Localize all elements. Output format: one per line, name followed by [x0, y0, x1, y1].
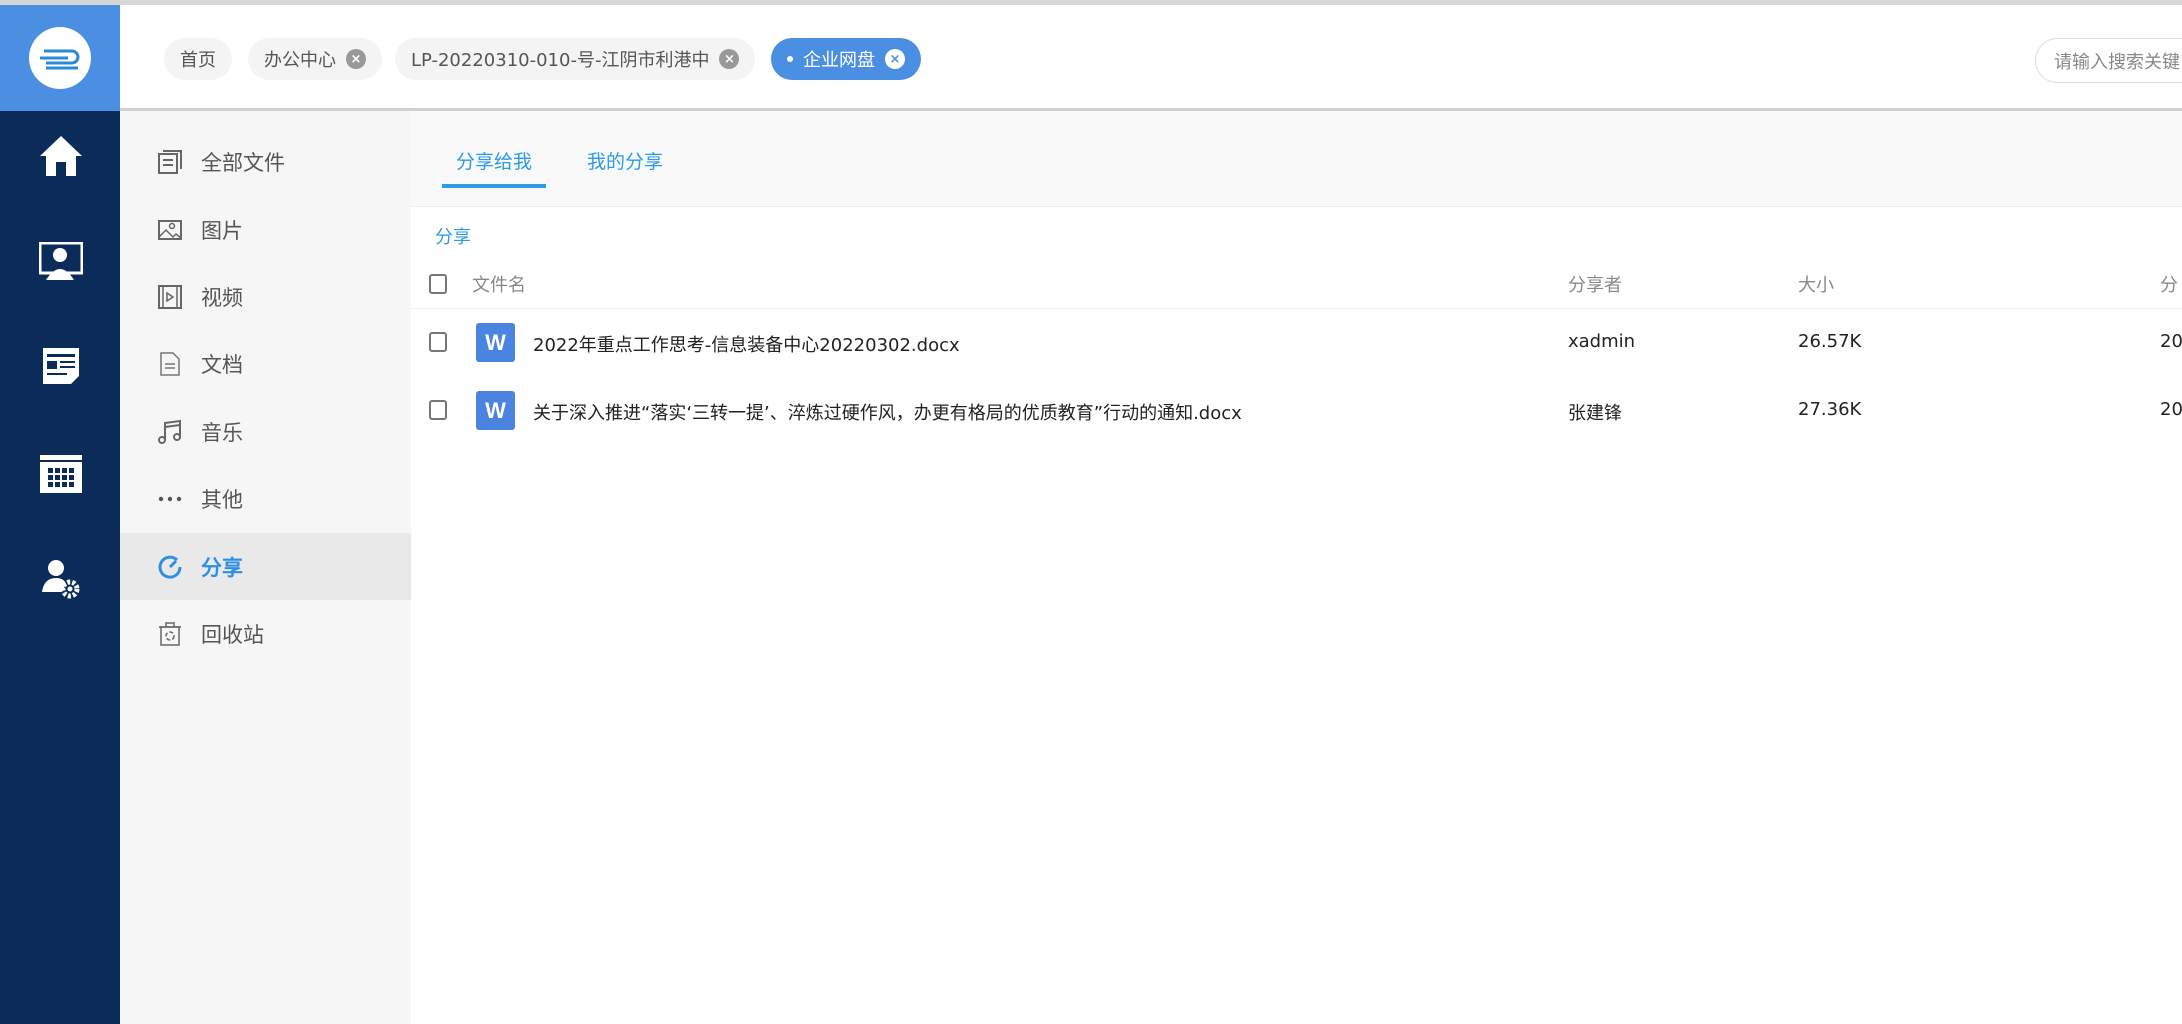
top-header: 首页 办公中心 × LP-20220310-010-号-江阴市利港中 × 企业网盘 ×… [120, 5, 2182, 111]
home-icon[interactable] [38, 133, 84, 179]
sidebar-item-label: 分享 [201, 555, 243, 580]
tab-shared-with-me[interactable]: 分享给我 [442, 147, 547, 188]
calendar-icon[interactable] [38, 449, 84, 495]
column-header-sharer[interactable]: 分享者 [1568, 271, 1622, 297]
tab-office-center[interactable]: 办公中心 × [248, 38, 382, 80]
sidebar-item-label: 视频 [201, 285, 243, 310]
search-placeholder: 请输入搜索关键 [2054, 51, 2180, 73]
more-icon [158, 496, 182, 501]
sidebar-item-videos[interactable]: 视频 [120, 263, 411, 330]
app-logo[interactable] [0, 5, 120, 111]
close-icon[interactable]: × [346, 49, 366, 69]
column-header-name[interactable]: 文件名 [472, 271, 526, 297]
table-row[interactable]: W 2022年重点工作思考-信息装备中心20220302.docx xadmin… [411, 309, 2182, 377]
tab-document[interactable]: LP-20220310-010-号-江阴市利港中 × [395, 38, 756, 80]
sidebar-item-label: 文档 [201, 352, 243, 377]
sidebar-item-all-files[interactable]: 全部文件 [120, 128, 411, 195]
sidebar-item-documents[interactable]: 文档 [120, 330, 411, 397]
row-checkbox[interactable] [429, 400, 447, 420]
sidebar-item-music[interactable]: 音乐 [120, 398, 411, 465]
file-name[interactable]: 2022年重点工作思考-信息装备中心20220302.docx [533, 331, 960, 357]
file-name[interactable]: 关于深入推进“落实‘三转一提’、淬炼过硬作风，办更有格局的优质教育”行动的通知.… [533, 399, 1242, 425]
sidebar-item-label: 其他 [201, 487, 243, 512]
tab-label: 办公中心 [264, 50, 336, 71]
breadcrumb[interactable]: 分享 [435, 223, 471, 249]
select-all-checkbox[interactable] [429, 274, 447, 294]
video-icon [158, 284, 182, 309]
file-date: 20 [2160, 399, 2182, 420]
active-dot-icon [787, 56, 793, 62]
close-icon[interactable]: × [719, 49, 740, 69]
user-settings-icon[interactable] [38, 556, 84, 602]
close-icon[interactable]: × [885, 49, 905, 69]
monitor-user-icon[interactable] [38, 239, 84, 285]
news-icon[interactable] [38, 343, 84, 389]
column-header-size[interactable]: 大小 [1798, 271, 1834, 297]
file-sharer: xadmin [1568, 331, 1636, 352]
tab-label: 首页 [180, 50, 216, 71]
sidebar-item-other[interactable]: 其他 [120, 465, 411, 532]
share-icon [158, 555, 182, 579]
tab-my-shares[interactable]: 我的分享 [573, 147, 677, 184]
tab-label: LP-20220310-010-号-江阴市利港中 [411, 50, 710, 71]
file-size: 27.36K [1798, 399, 1862, 420]
tab-label: 企业网盘 [803, 50, 875, 71]
main-content: 分享给我 我的分享 分享 文件名 分享者 大小 分 W 2022年重点工作思考-… [411, 111, 2182, 1024]
sidebar-item-label: 回收站 [201, 622, 264, 647]
file-date: 20 [2160, 331, 2182, 352]
file-category-sidebar: 全部文件 图片 视频 文档 音乐 其他 分享 回收站 [120, 111, 411, 1024]
files-icon [158, 149, 182, 174]
logo-icon [29, 27, 91, 89]
sidebar-item-recycle-bin[interactable]: 回收站 [120, 600, 411, 667]
word-file-icon: W [476, 323, 515, 362]
sidebar-item-label: 全部文件 [201, 150, 285, 175]
sidebar-item-images[interactable]: 图片 [120, 196, 411, 263]
word-file-icon: W [476, 391, 515, 430]
file-size: 26.57K [1798, 331, 1862, 352]
document-icon [160, 351, 180, 376]
sidebar-item-label: 音乐 [201, 420, 243, 445]
sidebar-item-label: 图片 [201, 218, 243, 243]
share-tabs: 分享给我 我的分享 [411, 111, 2182, 207]
tab-home[interactable]: 首页 [164, 38, 232, 80]
tab-enterprise-disk[interactable]: 企业网盘 × [771, 38, 921, 80]
table-header: 文件名 分享者 大小 分 [411, 261, 2182, 309]
search-input[interactable]: 请输入搜索关键 [2035, 38, 2182, 83]
row-checkbox[interactable] [429, 332, 447, 352]
table-row[interactable]: W 关于深入推进“落实‘三转一提’、淬炼过硬作风，办更有格局的优质教育”行动的通… [411, 377, 2182, 445]
app-rail [0, 111, 120, 1024]
file-sharer: 张建锋 [1568, 403, 1622, 424]
image-icon [158, 219, 182, 240]
recycle-bin-icon [159, 621, 181, 646]
sidebar-item-share[interactable]: 分享 [120, 533, 411, 600]
column-header-date[interactable]: 分 [2160, 271, 2178, 297]
music-icon [158, 419, 181, 444]
